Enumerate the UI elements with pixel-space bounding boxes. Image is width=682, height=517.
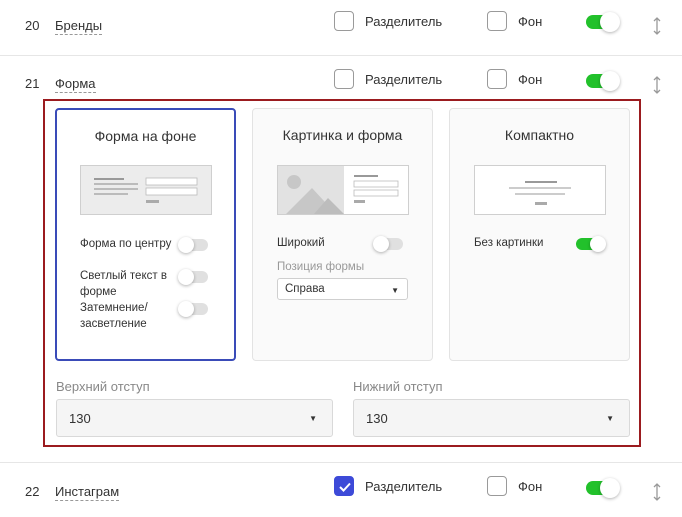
layout-card-image-and-form[interactable]: Картинка и форма Широкий Позиция формы С… (252, 108, 433, 361)
layout-preview-icon (80, 165, 212, 215)
row-enabled-toggle[interactable] (586, 12, 620, 32)
divider-label: Разделитель (365, 479, 443, 494)
bottom-padding-value: 130 (366, 411, 388, 426)
background-label: Фон (518, 72, 543, 87)
chevron-down-icon: ▼ (391, 286, 399, 295)
row-title-instagram[interactable]: Инстаграм (55, 484, 120, 501)
light-text-toggle[interactable] (178, 269, 208, 285)
row-number: 22 (25, 484, 40, 499)
form-centered-toggle[interactable] (178, 237, 208, 253)
checkmark-icon (339, 482, 351, 492)
drag-sort-icon[interactable] (652, 483, 662, 501)
option-label: Широкий (277, 237, 325, 249)
no-image-toggle[interactable] (576, 236, 606, 252)
row-number: 21 (25, 76, 40, 91)
card-title: Компактно (504, 127, 575, 143)
drag-sort-icon[interactable] (652, 76, 662, 94)
dimming-toggle[interactable] (178, 301, 208, 317)
option-label: Затемнение/засветление (80, 302, 148, 330)
row-enabled-toggle[interactable] (586, 478, 620, 498)
drag-sort-icon[interactable] (652, 17, 662, 35)
option-label: Форма по центру (80, 238, 172, 250)
top-padding-select[interactable]: 130 ▼ (56, 399, 333, 437)
row-title-form[interactable]: Форма (55, 76, 96, 93)
card-title: Форма на фоне (94, 128, 197, 144)
background-label: Фон (518, 14, 543, 29)
row-enabled-toggle[interactable] (586, 71, 620, 91)
top-padding-label: Верхний отступ (56, 379, 150, 394)
divider-checkbox[interactable] (334, 476, 354, 496)
top-padding-value: 130 (69, 411, 91, 426)
row-number: 20 (25, 18, 40, 33)
row-divider (0, 462, 682, 463)
divider-label: Разделитель (365, 14, 443, 29)
background-checkbox[interactable] (487, 69, 507, 89)
form-position-label: Позиция формы (277, 261, 365, 273)
divider-label: Разделитель (365, 72, 443, 87)
bottom-padding-select[interactable]: 130 ▼ (353, 399, 630, 437)
chevron-down-icon: ▼ (309, 414, 317, 423)
row-divider (0, 55, 682, 56)
bottom-padding-label: Нижний отступ (353, 379, 443, 394)
form-position-select[interactable]: Справа ▼ (277, 278, 408, 300)
layout-card-compact[interactable]: Компактно Без картинки (449, 108, 630, 361)
divider-checkbox[interactable] (334, 69, 354, 89)
option-label: Светлый текст в форме (80, 270, 167, 298)
background-checkbox[interactable] (487, 11, 507, 31)
image-form-preview-icon (277, 165, 409, 215)
option-label: Без картинки (474, 237, 544, 249)
wide-toggle[interactable] (373, 236, 403, 252)
row-title-brands[interactable]: Бренды (55, 18, 103, 35)
card-title: Картинка и форма (282, 127, 403, 143)
layout-card-form-on-background[interactable]: Форма на фоне Форма по центру Светлый те… (55, 108, 236, 361)
form-position-value: Справа (285, 283, 325, 295)
background-checkbox[interactable] (487, 476, 507, 496)
divider-checkbox[interactable] (334, 11, 354, 31)
chevron-down-icon: ▼ (606, 414, 614, 423)
background-label: Фон (518, 479, 543, 494)
compact-preview-icon (474, 165, 606, 215)
